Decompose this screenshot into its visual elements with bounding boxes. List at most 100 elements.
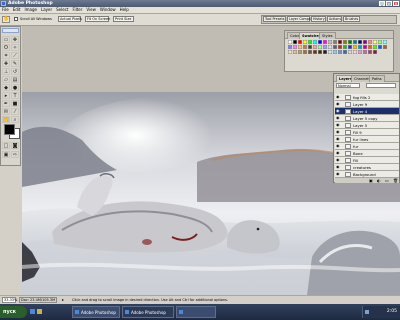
color-swatch[interactable] bbox=[378, 45, 382, 49]
color-swatch[interactable] bbox=[368, 45, 372, 49]
color-swatch[interactable] bbox=[343, 40, 347, 44]
pen-tool-icon[interactable]: ✒ bbox=[2, 100, 10, 107]
color-swatch[interactable] bbox=[373, 40, 377, 44]
blend-mode-select[interactable]: Normal bbox=[336, 83, 360, 88]
color-swatch[interactable] bbox=[333, 50, 337, 54]
color-swatch[interactable] bbox=[353, 40, 357, 44]
close-button[interactable]: × bbox=[393, 1, 399, 6]
layer-row[interactable]: ◉ fur lines bbox=[335, 136, 399, 143]
layer-row[interactable]: ◉ creatures bbox=[335, 164, 399, 171]
color-swatch[interactable] bbox=[358, 45, 362, 49]
standard-mode-icon[interactable]: □ bbox=[2, 142, 10, 149]
trash-icon[interactable]: 🗑 bbox=[393, 178, 398, 183]
menu-file[interactable]: File bbox=[0, 7, 11, 13]
move-tool-icon[interactable]: ✥ bbox=[11, 36, 19, 43]
color-swatch[interactable] bbox=[303, 40, 307, 44]
color-swatch[interactable] bbox=[368, 40, 372, 44]
magic-wand-tool-icon[interactable]: ✧ bbox=[11, 44, 19, 51]
color-swatch[interactable] bbox=[328, 40, 332, 44]
menu-layer[interactable]: Layer bbox=[39, 7, 54, 13]
actions-tab[interactable]: Actions bbox=[327, 16, 342, 22]
color-swatch[interactable] bbox=[308, 40, 312, 44]
menu-help[interactable]: Help bbox=[118, 7, 131, 13]
color-swatch[interactable] bbox=[288, 45, 292, 49]
color-swatch[interactable] bbox=[353, 45, 357, 49]
taskbar-item-window[interactable] bbox=[176, 306, 216, 318]
color-swatch[interactable] bbox=[333, 45, 337, 49]
fit-on-screen-button[interactable]: Fit On Screen bbox=[85, 16, 110, 22]
type-tool-icon[interactable]: T bbox=[11, 92, 19, 99]
quick-mask-mode-icon[interactable]: ◙ bbox=[11, 142, 19, 149]
eye-icon[interactable]: ◉ bbox=[336, 95, 340, 99]
color-swatch[interactable] bbox=[303, 45, 307, 49]
color-swatch[interactable] bbox=[293, 45, 297, 49]
scroll-all-windows-checkbox[interactable] bbox=[14, 17, 18, 21]
history-brush-tool-icon[interactable]: ↺ bbox=[11, 68, 19, 75]
actual-pixels-button[interactable]: Actual Pixels bbox=[58, 16, 82, 22]
color-swatch[interactable] bbox=[333, 40, 337, 44]
color-swatch[interactable] bbox=[353, 50, 357, 54]
screen-mode-icon[interactable]: ▣ bbox=[2, 151, 10, 158]
start-button[interactable]: пуск bbox=[0, 306, 27, 318]
layer-row[interactable]: ◉ fur bbox=[335, 143, 399, 150]
zoom-level-field[interactable]: 33.33% bbox=[2, 297, 17, 303]
eye-icon[interactable]: ◉ bbox=[336, 102, 340, 106]
color-swatch[interactable] bbox=[343, 45, 347, 49]
notes-tool-icon[interactable]: ✉ bbox=[2, 108, 10, 115]
color-swatch[interactable] bbox=[318, 45, 322, 49]
color-swatch[interactable] bbox=[318, 40, 322, 44]
healing-brush-tool-icon[interactable]: ✚ bbox=[2, 60, 10, 67]
color-swatch[interactable] bbox=[338, 40, 342, 44]
layer-row-selected[interactable]: ◉ Layer 4 bbox=[335, 108, 399, 115]
layer-comps-tab[interactable]: Layer Comps bbox=[287, 16, 311, 22]
color-swatch[interactable] bbox=[313, 45, 317, 49]
tray-volume-icon[interactable] bbox=[365, 310, 369, 314]
tab-paths[interactable]: Paths bbox=[369, 75, 385, 82]
shape-tool-icon[interactable]: ■ bbox=[11, 100, 19, 107]
eye-icon[interactable]: ◉ bbox=[336, 130, 340, 134]
new-layer-icon[interactable]: ▣ bbox=[369, 178, 373, 183]
color-swatch[interactable] bbox=[288, 40, 292, 44]
menu-select[interactable]: Select bbox=[54, 7, 70, 13]
document-info[interactable]: Doc: 23.4M/105.3M bbox=[19, 297, 57, 303]
eye-icon[interactable]: ◉ bbox=[336, 144, 340, 148]
color-swatch[interactable] bbox=[293, 50, 297, 54]
color-swatch[interactable] bbox=[313, 50, 317, 54]
color-swatch[interactable] bbox=[348, 50, 352, 54]
opacity-field[interactable] bbox=[366, 83, 396, 88]
color-swatch[interactable] bbox=[383, 40, 387, 44]
color-swatch[interactable] bbox=[373, 45, 377, 49]
taskbar-item-photoshop-2[interactable]: Adobe Photoshop bbox=[122, 306, 174, 318]
menu-window[interactable]: Window bbox=[98, 7, 118, 13]
layer-row[interactable]: ◉ Layer 9 bbox=[335, 101, 399, 108]
color-swatch[interactable] bbox=[378, 40, 382, 44]
color-swatch[interactable] bbox=[358, 50, 362, 54]
blur-tool-icon[interactable]: ◆ bbox=[2, 84, 10, 91]
layer-row[interactable]: ◉ Layer 5 bbox=[335, 122, 399, 129]
path-selection-tool-icon[interactable]: ▸ bbox=[2, 92, 10, 99]
adjustment-layer-icon[interactable]: ◐ bbox=[377, 178, 381, 183]
color-swatch[interactable] bbox=[288, 50, 292, 54]
menu-edit[interactable]: Edit bbox=[11, 7, 23, 13]
quick-launch-folder-icon[interactable] bbox=[37, 309, 42, 314]
color-swatch[interactable] bbox=[383, 45, 387, 49]
maximize-button[interactable]: □ bbox=[386, 1, 392, 6]
layer-row[interactable]: ◉ Layer 5 copy bbox=[335, 115, 399, 122]
color-swatch[interactable] bbox=[368, 50, 372, 54]
color-swatch[interactable] bbox=[363, 45, 367, 49]
eye-icon[interactable]: ◉ bbox=[336, 137, 340, 141]
eraser-tool-icon[interactable]: ▱ bbox=[2, 76, 10, 83]
eye-icon[interactable]: ◉ bbox=[336, 172, 340, 176]
dodge-tool-icon[interactable]: ● bbox=[11, 84, 19, 91]
brush-tool-icon[interactable]: ✎ bbox=[11, 60, 19, 67]
tool-presets-tab[interactable]: Tool Presets bbox=[263, 16, 286, 22]
color-swatch[interactable] bbox=[343, 50, 347, 54]
color-swatch[interactable] bbox=[358, 40, 362, 44]
layer-row[interactable]: ◉ Fill 9 bbox=[335, 129, 399, 136]
color-swatch[interactable] bbox=[313, 40, 317, 44]
jump-to-imageready-icon[interactable]: ⇨ bbox=[11, 151, 19, 158]
color-swatch[interactable] bbox=[293, 40, 297, 44]
tab-styles[interactable]: Styles bbox=[319, 32, 336, 39]
layer-row[interactable]: ◉ Bone bbox=[335, 150, 399, 157]
color-swatch[interactable] bbox=[328, 45, 332, 49]
